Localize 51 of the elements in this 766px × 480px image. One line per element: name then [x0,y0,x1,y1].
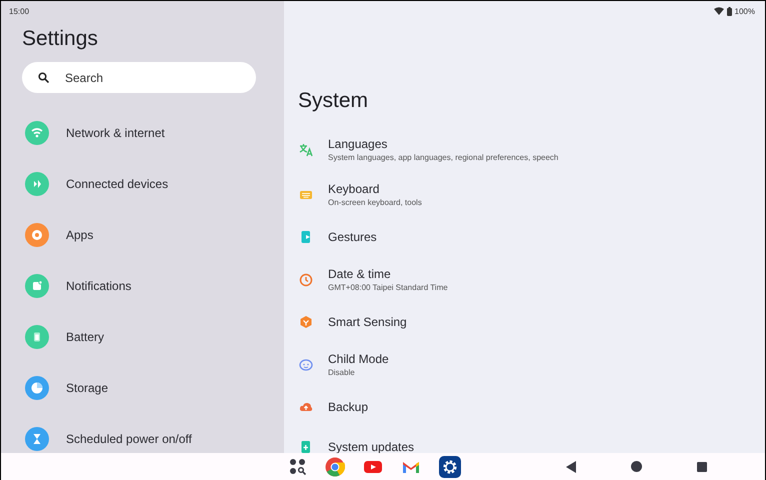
settings-item[interactable]: Date & time GMT+08:00 Taipei Standard Time [298,257,765,302]
clock-icon [299,272,313,286]
phone-icon [299,230,313,244]
item-title: Gestures [328,230,377,244]
item-title: Child Mode [328,352,389,366]
item-title: Smart Sensing [328,315,407,329]
search-field[interactable]: Search [22,62,256,93]
item-title: Backup [328,400,368,414]
cube-icon [299,315,313,329]
app-drawer-icon[interactable] [289,458,307,476]
item-summary: System languages, app languages, regional preferences, speech [328,153,558,162]
settings-item[interactable]: Keyboard On-screen keyboard, tools [298,172,765,217]
item-title: Languages [328,137,388,151]
battery-icon [25,324,49,348]
battery-percent: 100% [734,6,755,16]
item-summary: GMT+08:00 Taipei Standard Time [328,283,448,292]
battery-icon [726,6,732,16]
item-title: Date & time [328,267,392,281]
section-title: System [298,89,370,113]
page-title: Settings [22,27,99,51]
settings-icon[interactable] [439,456,461,478]
sidebar-item[interactable]: Storage [1,362,284,413]
recents-icon[interactable] [697,462,707,472]
clock-time: 15:00 [9,6,30,16]
wifi-icon [714,7,724,15]
browser-icon[interactable] [325,456,345,476]
cloud-upload-icon [299,400,313,414]
back-icon[interactable] [566,460,576,472]
item-title: Keyboard [328,182,380,196]
settings-item[interactable]: Languages System languages, app languages, regional preferences, speech [298,127,765,172]
notification-icon [25,274,49,298]
hourglass-icon [25,426,49,450]
settings-item[interactable]: Smart Sensing [298,302,765,342]
devices-icon [25,172,49,196]
pie-chart-icon [25,376,49,400]
sidebar-item[interactable]: Apps [1,209,284,260]
sidebar-item[interactable]: Network & internet [1,107,284,158]
sidebar-item[interactable]: Connected devices [1,158,284,209]
search-icon [38,72,49,83]
item-summary: Disable [328,368,356,377]
sidebar-item[interactable]: Battery [1,311,284,362]
translate-icon [299,142,313,156]
settings-item[interactable]: Child Mode Disable [298,342,765,387]
settings-item[interactable]: Backup [298,387,765,427]
face-icon [299,358,313,372]
wifi-icon [25,120,49,144]
item-summary: On-screen keyboard, tools [328,198,422,207]
home-icon[interactable] [631,461,642,472]
settings-item[interactable]: Gestures [298,217,765,257]
sidebar-item[interactable]: Notifications [1,260,284,311]
sidebar-item[interactable]: Scheduled power on/off [1,413,284,453]
